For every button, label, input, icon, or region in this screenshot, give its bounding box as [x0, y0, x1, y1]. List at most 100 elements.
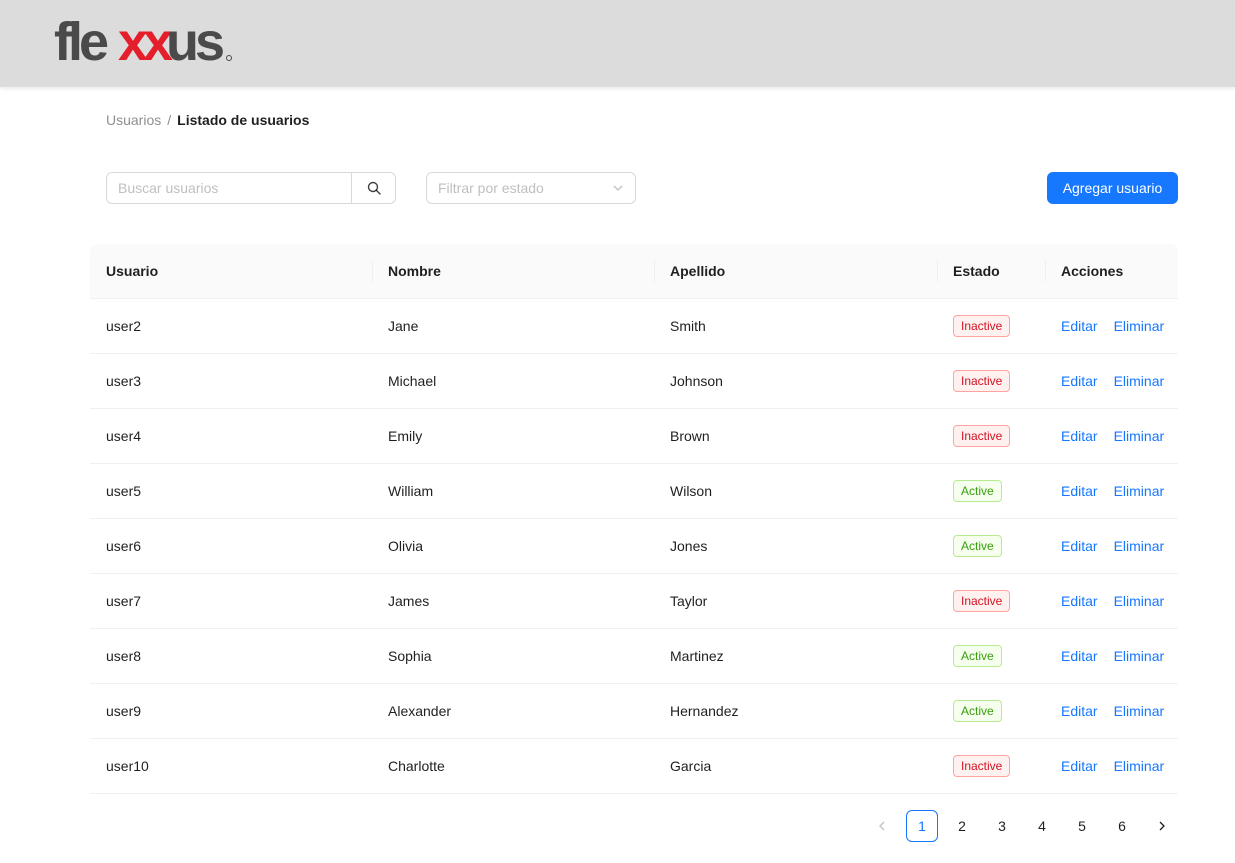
breadcrumb-usuarios[interactable]: Usuarios	[106, 112, 161, 128]
cell-acciones: Editar Eliminar	[1045, 483, 1178, 499]
row-actions: Editar Eliminar	[1061, 483, 1178, 499]
pagination-page-3[interactable]: 3	[986, 810, 1018, 842]
cell-usuario: user4	[106, 428, 142, 444]
delete-user-link[interactable]: Eliminar	[1114, 703, 1165, 719]
cell-usuario: user6	[106, 538, 142, 554]
edit-user-link[interactable]: Editar	[1061, 373, 1098, 389]
status-filter-select[interactable]: Filtrar por estado	[426, 172, 636, 204]
pagination-page-6[interactable]: 6	[1106, 810, 1138, 842]
delete-user-link[interactable]: Eliminar	[1114, 648, 1165, 664]
pagination-page-2[interactable]: 2	[946, 810, 978, 842]
row-actions: Editar Eliminar	[1061, 758, 1178, 774]
pagination-pages: 123456	[906, 810, 1138, 842]
row-actions: Editar Eliminar	[1061, 648, 1178, 664]
search-button[interactable]	[351, 172, 396, 204]
table-row: user7 James Taylor Inactive Editar Elimi…	[90, 574, 1178, 629]
cell-nombre: Jane	[388, 318, 419, 334]
cell-estado: Active	[937, 700, 1045, 722]
delete-user-link[interactable]: Eliminar	[1114, 373, 1165, 389]
edit-user-link[interactable]: Editar	[1061, 593, 1098, 609]
chevron-left-icon	[879, 821, 885, 831]
table-row: user8 Sophia Martinez Active Editar Elim…	[90, 629, 1178, 684]
cell-nombre: Charlotte	[388, 758, 445, 774]
cell-apellido: Jones	[670, 538, 708, 554]
cell-nombre: Alexander	[388, 703, 452, 719]
table-body: user2 Jane Smith Inactive Editar Elimina…	[90, 299, 1178, 794]
status-badge: Inactive	[953, 315, 1011, 337]
pagination-page-1[interactable]: 1	[906, 810, 938, 842]
status-badge: Inactive	[953, 425, 1011, 447]
pagination-prev-button[interactable]	[866, 810, 898, 842]
delete-user-link[interactable]: Eliminar	[1114, 538, 1165, 554]
pagination-page-5[interactable]: 5	[1066, 810, 1098, 842]
pagination-page-4[interactable]: 4	[1026, 810, 1058, 842]
breadcrumb-current: Listado de usuarios	[177, 112, 310, 128]
cell-usuario: user10	[106, 758, 149, 774]
cell-acciones: Editar Eliminar	[1045, 318, 1178, 334]
status-badge: Inactive	[953, 590, 1011, 612]
edit-user-link[interactable]: Editar	[1061, 318, 1098, 334]
edit-user-link[interactable]: Editar	[1061, 483, 1098, 499]
search-input[interactable]	[106, 172, 351, 204]
edit-user-link[interactable]: Editar	[1061, 648, 1098, 664]
delete-user-link[interactable]: Eliminar	[1114, 593, 1165, 609]
table-header: Usuario Nombre Apellido Estado Acciones	[90, 244, 1178, 299]
cell-nombre: Emily	[388, 428, 423, 444]
column-header-apellido: Apellido	[654, 244, 937, 298]
svg-text:us: us	[166, 14, 223, 66]
status-badge: Inactive	[953, 755, 1011, 777]
row-actions: Editar Eliminar	[1061, 373, 1178, 389]
flexxus-logo[interactable]: fle xx us	[54, 14, 234, 66]
cell-estado: Active	[937, 645, 1045, 667]
cell-acciones: Editar Eliminar	[1045, 373, 1178, 389]
table-row: user6 Olivia Jones Active Editar Elimina…	[90, 519, 1178, 574]
search-group	[106, 172, 396, 204]
cell-estado: Active	[937, 480, 1045, 502]
cell-estado: Inactive	[937, 370, 1045, 392]
cell-usuario: user2	[106, 318, 142, 334]
row-actions: Editar Eliminar	[1061, 703, 1178, 719]
table-row: user9 Alexander Hernandez Active Editar …	[90, 684, 1178, 739]
top-bar: fle xx us	[0, 0, 1235, 87]
delete-user-link[interactable]: Eliminar	[1114, 483, 1165, 499]
cell-acciones: Editar Eliminar	[1045, 428, 1178, 444]
delete-user-link[interactable]: Eliminar	[1114, 758, 1165, 774]
cell-nombre: William	[388, 483, 434, 499]
cell-usuario: user8	[106, 648, 142, 664]
row-actions: Editar Eliminar	[1061, 593, 1178, 609]
status-badge: Active	[953, 480, 1002, 502]
users-table: Usuario Nombre Apellido Estado Acciones …	[90, 244, 1178, 794]
cell-estado: Inactive	[937, 315, 1045, 337]
row-actions: Editar Eliminar	[1061, 428, 1178, 444]
breadcrumb: Usuarios / Listado de usuarios	[106, 112, 309, 128]
cell-apellido: Brown	[670, 428, 710, 444]
edit-user-link[interactable]: Editar	[1061, 703, 1098, 719]
status-badge: Active	[953, 535, 1002, 557]
cell-acciones: Editar Eliminar	[1045, 703, 1178, 719]
cell-apellido: Smith	[670, 318, 706, 334]
cell-usuario: user7	[106, 593, 142, 609]
status-filter-placeholder: Filtrar por estado	[438, 180, 544, 196]
cell-nombre: Sophia	[388, 648, 432, 664]
add-user-button[interactable]: Agregar usuario	[1047, 172, 1178, 204]
column-header-usuario: Usuario	[106, 263, 159, 279]
delete-user-link[interactable]: Eliminar	[1114, 428, 1165, 444]
table-row: user2 Jane Smith Inactive Editar Elimina…	[90, 299, 1178, 354]
edit-user-link[interactable]: Editar	[1061, 758, 1098, 774]
delete-user-link[interactable]: Eliminar	[1114, 318, 1165, 334]
cell-apellido: Martinez	[670, 648, 724, 664]
cell-apellido: Hernandez	[670, 703, 739, 719]
cell-apellido: Taylor	[670, 593, 708, 609]
table-row: user10 Charlotte Garcia Inactive Editar …	[90, 739, 1178, 794]
cell-usuario: user3	[106, 373, 142, 389]
cell-nombre: Michael	[388, 373, 437, 389]
cell-acciones: Editar Eliminar	[1045, 648, 1178, 664]
edit-user-link[interactable]: Editar	[1061, 538, 1098, 554]
table-row: user5 William Wilson Active Editar Elimi…	[90, 464, 1178, 519]
edit-user-link[interactable]: Editar	[1061, 428, 1098, 444]
cell-acciones: Editar Eliminar	[1045, 538, 1178, 554]
status-badge: Inactive	[953, 370, 1011, 392]
pagination: 123456	[866, 810, 1178, 842]
pagination-next-button[interactable]	[1146, 810, 1178, 842]
logo-graphic: fle xx us	[54, 14, 232, 66]
